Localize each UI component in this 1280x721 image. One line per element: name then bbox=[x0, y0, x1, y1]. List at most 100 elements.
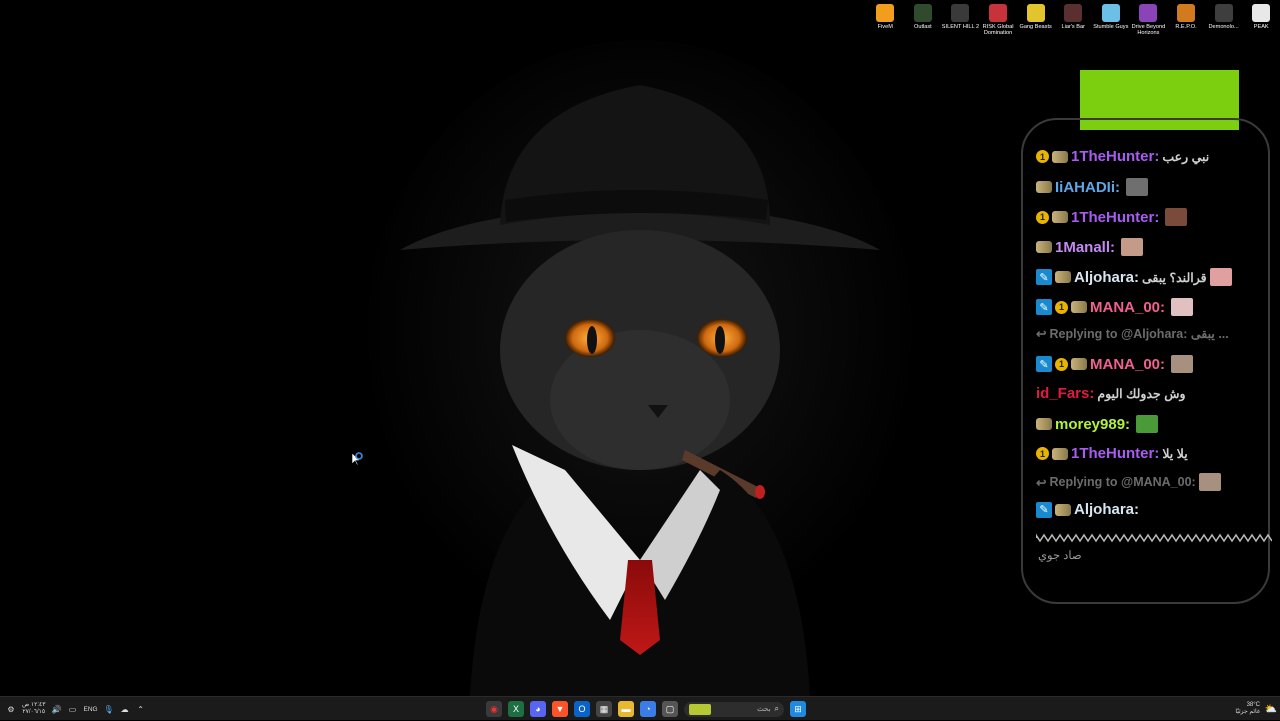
search-placeholder: بحث bbox=[757, 706, 771, 713]
excel-app-icon[interactable]: X bbox=[508, 701, 524, 717]
weather-widget[interactable]: 38°C غائم جزئيًا ⛅ bbox=[1235, 697, 1278, 721]
search-highlight-icon bbox=[689, 703, 711, 715]
peak-icon bbox=[1252, 4, 1271, 22]
chat-message: 1 1TheHunter: bbox=[1036, 208, 1188, 226]
taskbar-clock[interactable]: ١٢:٤٣ ص ٢٧/٠٦/١٥ bbox=[22, 702, 45, 716]
weather-cloud-icon: ⛅ bbox=[1264, 703, 1278, 715]
mod-badge-icon: ✎ bbox=[1036, 269, 1052, 285]
chat-message: ✎ 1 MANA_00: bbox=[1036, 298, 1194, 316]
chrome-app-icon[interactable]: ◔ bbox=[640, 701, 656, 717]
desktop-shortcut[interactable]: Gang Beasts bbox=[1017, 2, 1055, 42]
chat-username[interactable]: 1Manall: bbox=[1055, 239, 1115, 256]
chat-username[interactable]: id_Fars: bbox=[1036, 385, 1094, 402]
reply-text: Replying to @MANA_00: bbox=[1049, 475, 1196, 489]
desktop-shortcut[interactable]: SILENT HILL 2 bbox=[942, 2, 980, 42]
demonologist-icon bbox=[1214, 4, 1233, 22]
outlook-app-icon[interactable]: O bbox=[574, 701, 590, 717]
language-indicator[interactable]: ENG bbox=[83, 706, 97, 713]
sub-badge-icon: 1 bbox=[1036, 210, 1049, 224]
desktop-shortcut[interactable]: Demonolo... bbox=[1205, 2, 1243, 42]
chat-username[interactable]: 1TheHunter: bbox=[1071, 148, 1159, 165]
desktop-shortcut[interactable]: FiveM bbox=[866, 2, 904, 42]
reply-text: Replying to @Aljohara: يبقى ... bbox=[1049, 327, 1229, 341]
desktop-shortcut[interactable]: Outlast bbox=[904, 2, 942, 42]
chat-emote-image bbox=[1126, 178, 1148, 196]
chat-username[interactable]: MANA_00: bbox=[1090, 356, 1165, 373]
chat-message: 1 1TheHunter: يلا يلا bbox=[1036, 445, 1188, 462]
reply-arrow-icon: ↩ bbox=[1036, 327, 1047, 341]
weather-description: غائم جزئيًا bbox=[1235, 709, 1260, 715]
hand-badge-icon bbox=[1036, 181, 1052, 193]
weather-temp: 38°C bbox=[1246, 702, 1260, 708]
mod-badge-icon: ✎ bbox=[1036, 356, 1052, 372]
chat-message-text: قرالند؟ يبقى bbox=[1142, 270, 1207, 285]
silent-hill-icon bbox=[951, 4, 970, 22]
hand-badge-icon bbox=[1052, 150, 1068, 163]
chat-username[interactable]: morey989: bbox=[1055, 416, 1130, 433]
desktop-shortcut-label: PEAK bbox=[1253, 24, 1269, 30]
desktop-shortcut-label: SILENT HILL 2 bbox=[941, 24, 980, 30]
desktop-shortcut[interactable]: Liar's Bar bbox=[1054, 2, 1092, 42]
obs-app-icon[interactable]: ◉ bbox=[486, 701, 502, 717]
microphone-icon[interactable]: 🎙 bbox=[104, 704, 114, 714]
desktop-shortcut-label: RISK Global Domination bbox=[982, 24, 1014, 37]
chat-message-text: يلا يلا bbox=[1162, 447, 1188, 461]
volume-icon[interactable]: 🔊 bbox=[51, 704, 62, 714]
discord-app-icon[interactable]: ◕ bbox=[530, 701, 546, 717]
hand-badge-icon bbox=[1052, 447, 1068, 460]
hand-badge-icon bbox=[1071, 358, 1087, 370]
system-tray: ⚙ ١٢:٤٣ ص ٢٧/٠٦/١٥ 🔊 ▭ ENG 🎙 ☁ ⌃ bbox=[6, 697, 146, 721]
taskbar-search-box[interactable]: بحث ⌕ bbox=[684, 701, 784, 717]
hand-badge-icon bbox=[1055, 271, 1071, 283]
hand-badge-icon bbox=[1055, 503, 1071, 516]
reply-arrow-icon: ↩ bbox=[1036, 475, 1047, 490]
chat-username[interactable]: MANA_00: bbox=[1090, 299, 1165, 316]
desktop-shortcut-label: Drive Beyond Horizons bbox=[1131, 24, 1166, 37]
chat-emote-image bbox=[1209, 268, 1232, 286]
desktop-shortcut[interactable]: R.E.P.O. bbox=[1167, 2, 1205, 42]
repo-icon bbox=[1177, 4, 1196, 22]
desktop-shortcut-label: Demonolo... bbox=[1208, 24, 1239, 30]
network-icon[interactable]: ▭ bbox=[67, 704, 77, 714]
chat-message: IiAHADIi: bbox=[1036, 178, 1148, 196]
chat-username[interactable]: 1TheHunter: bbox=[1071, 209, 1159, 226]
mod-badge-icon: ✎ bbox=[1036, 299, 1052, 315]
chat-reply-line: ↩ Replying to @Aljohara: يبقى ... bbox=[1036, 326, 1229, 341]
chat-emote-image bbox=[1121, 238, 1144, 256]
chat-message: ✎ Aljohara: قرالند؟ يبقى bbox=[1036, 268, 1232, 286]
chat-username[interactable]: 1TheHunter: bbox=[1071, 445, 1159, 462]
desktop-shortcut[interactable]: PEAK bbox=[1242, 2, 1280, 42]
chat-username[interactable]: Aljohara: bbox=[1074, 501, 1139, 518]
calculator-app-icon[interactable]: ▦ bbox=[596, 701, 612, 717]
chat-message: id_Fars: وش جدولك اليوم bbox=[1036, 385, 1186, 402]
chat-input-preview: صاد جوي bbox=[1038, 550, 1082, 562]
windows-start-icon[interactable]: ⊞ bbox=[790, 701, 806, 717]
desktop-shortcut[interactable]: RISK Global Domination bbox=[979, 2, 1017, 42]
hand-badge-icon bbox=[1071, 301, 1087, 313]
chevron-up-icon[interactable]: ⌃ bbox=[136, 704, 146, 714]
chat-message: 1Manall: bbox=[1036, 238, 1144, 256]
desktop-shortcut-label: R.E.P.O. bbox=[1175, 24, 1197, 30]
mod-badge-icon: ✎ bbox=[1036, 501, 1052, 518]
brave-browser-icon[interactable]: ▼ bbox=[552, 701, 568, 717]
desktop-shortcut[interactable]: Stumble Guys bbox=[1092, 2, 1130, 42]
taskview-icon[interactable]: ▢ bbox=[662, 701, 678, 717]
chat-username[interactable]: IiAHADIi: bbox=[1055, 179, 1120, 196]
chat-emote-image bbox=[1171, 298, 1194, 316]
chat-reply-line: ↩ Replying to @MANA_00: bbox=[1036, 473, 1221, 491]
chat-wave-divider bbox=[1036, 533, 1272, 543]
hand-badge-icon bbox=[1036, 241, 1052, 253]
desktop-shortcut[interactable]: Drive Beyond Horizons bbox=[1130, 2, 1168, 42]
onedrive-cloud-icon[interactable]: ☁ bbox=[120, 704, 130, 714]
chat-message: morey989: bbox=[1036, 415, 1159, 433]
chat-username[interactable]: Aljohara: bbox=[1074, 269, 1139, 286]
desktop-shortcut-label: Liar's Bar bbox=[1061, 24, 1085, 30]
chat-message: ✎ Aljohara: bbox=[1036, 501, 1142, 518]
settings-icon[interactable]: ⚙ bbox=[6, 704, 16, 714]
file-explorer-icon[interactable]: ▬ bbox=[618, 701, 634, 717]
liars-bar-icon bbox=[1064, 4, 1083, 22]
hand-badge-icon bbox=[1052, 211, 1068, 223]
desktop-shortcut-label: Stumble Guys bbox=[1093, 24, 1129, 30]
search-icon: ⌕ bbox=[774, 704, 779, 713]
chat-message-text: نبي رعب bbox=[1162, 150, 1210, 164]
